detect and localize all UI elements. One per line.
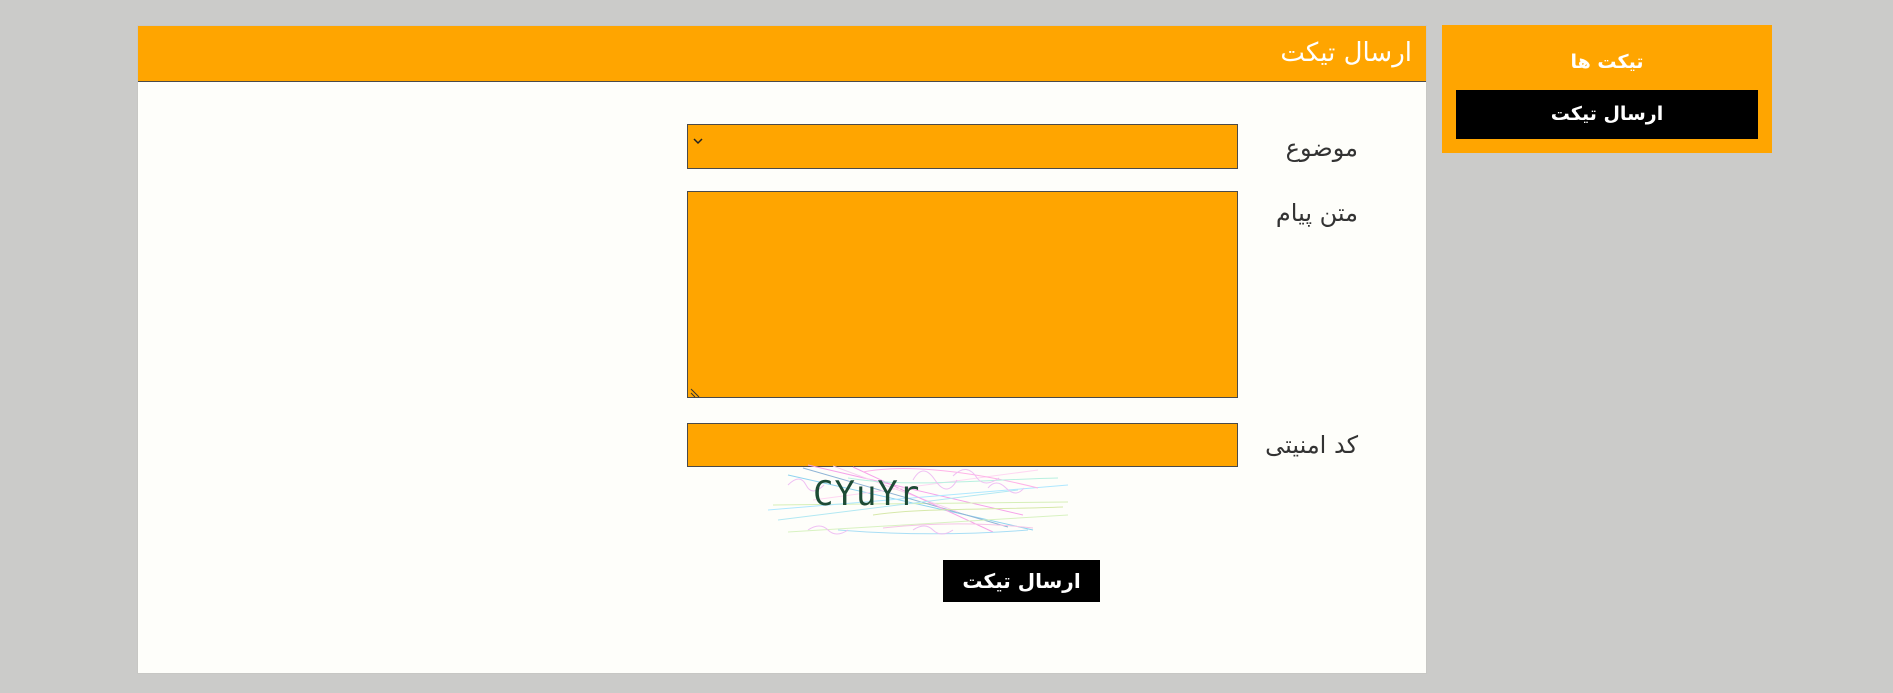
subject-label: موضوع xyxy=(1285,134,1358,162)
message-textarea[interactable] xyxy=(687,191,1238,398)
sidebar: تیکت ها ارسال تیکت xyxy=(1442,25,1772,153)
sidebar-title: تیکت ها xyxy=(1570,51,1644,73)
main-panel: ارسال تیکت موضوع متن پیام کد امنیتی xyxy=(137,25,1427,674)
page-title: ارسال تیکت xyxy=(1280,38,1412,68)
submit-ticket-button[interactable]: ارسال تیکت xyxy=(943,560,1100,602)
sidebar-item-send-ticket[interactable]: ارسال تیکت xyxy=(1456,90,1758,139)
message-label: متن پیام xyxy=(1275,199,1358,227)
captcha-text: CYuYr xyxy=(813,474,921,514)
captcha-image: CYuYr xyxy=(768,460,1088,550)
security-code-label: کد امنیتی xyxy=(1265,431,1358,459)
subject-select[interactable] xyxy=(687,124,1238,169)
resize-grip-icon[interactable] xyxy=(689,384,701,398)
chevron-down-icon xyxy=(691,133,705,147)
main-header: ارسال تیکت xyxy=(138,26,1426,82)
